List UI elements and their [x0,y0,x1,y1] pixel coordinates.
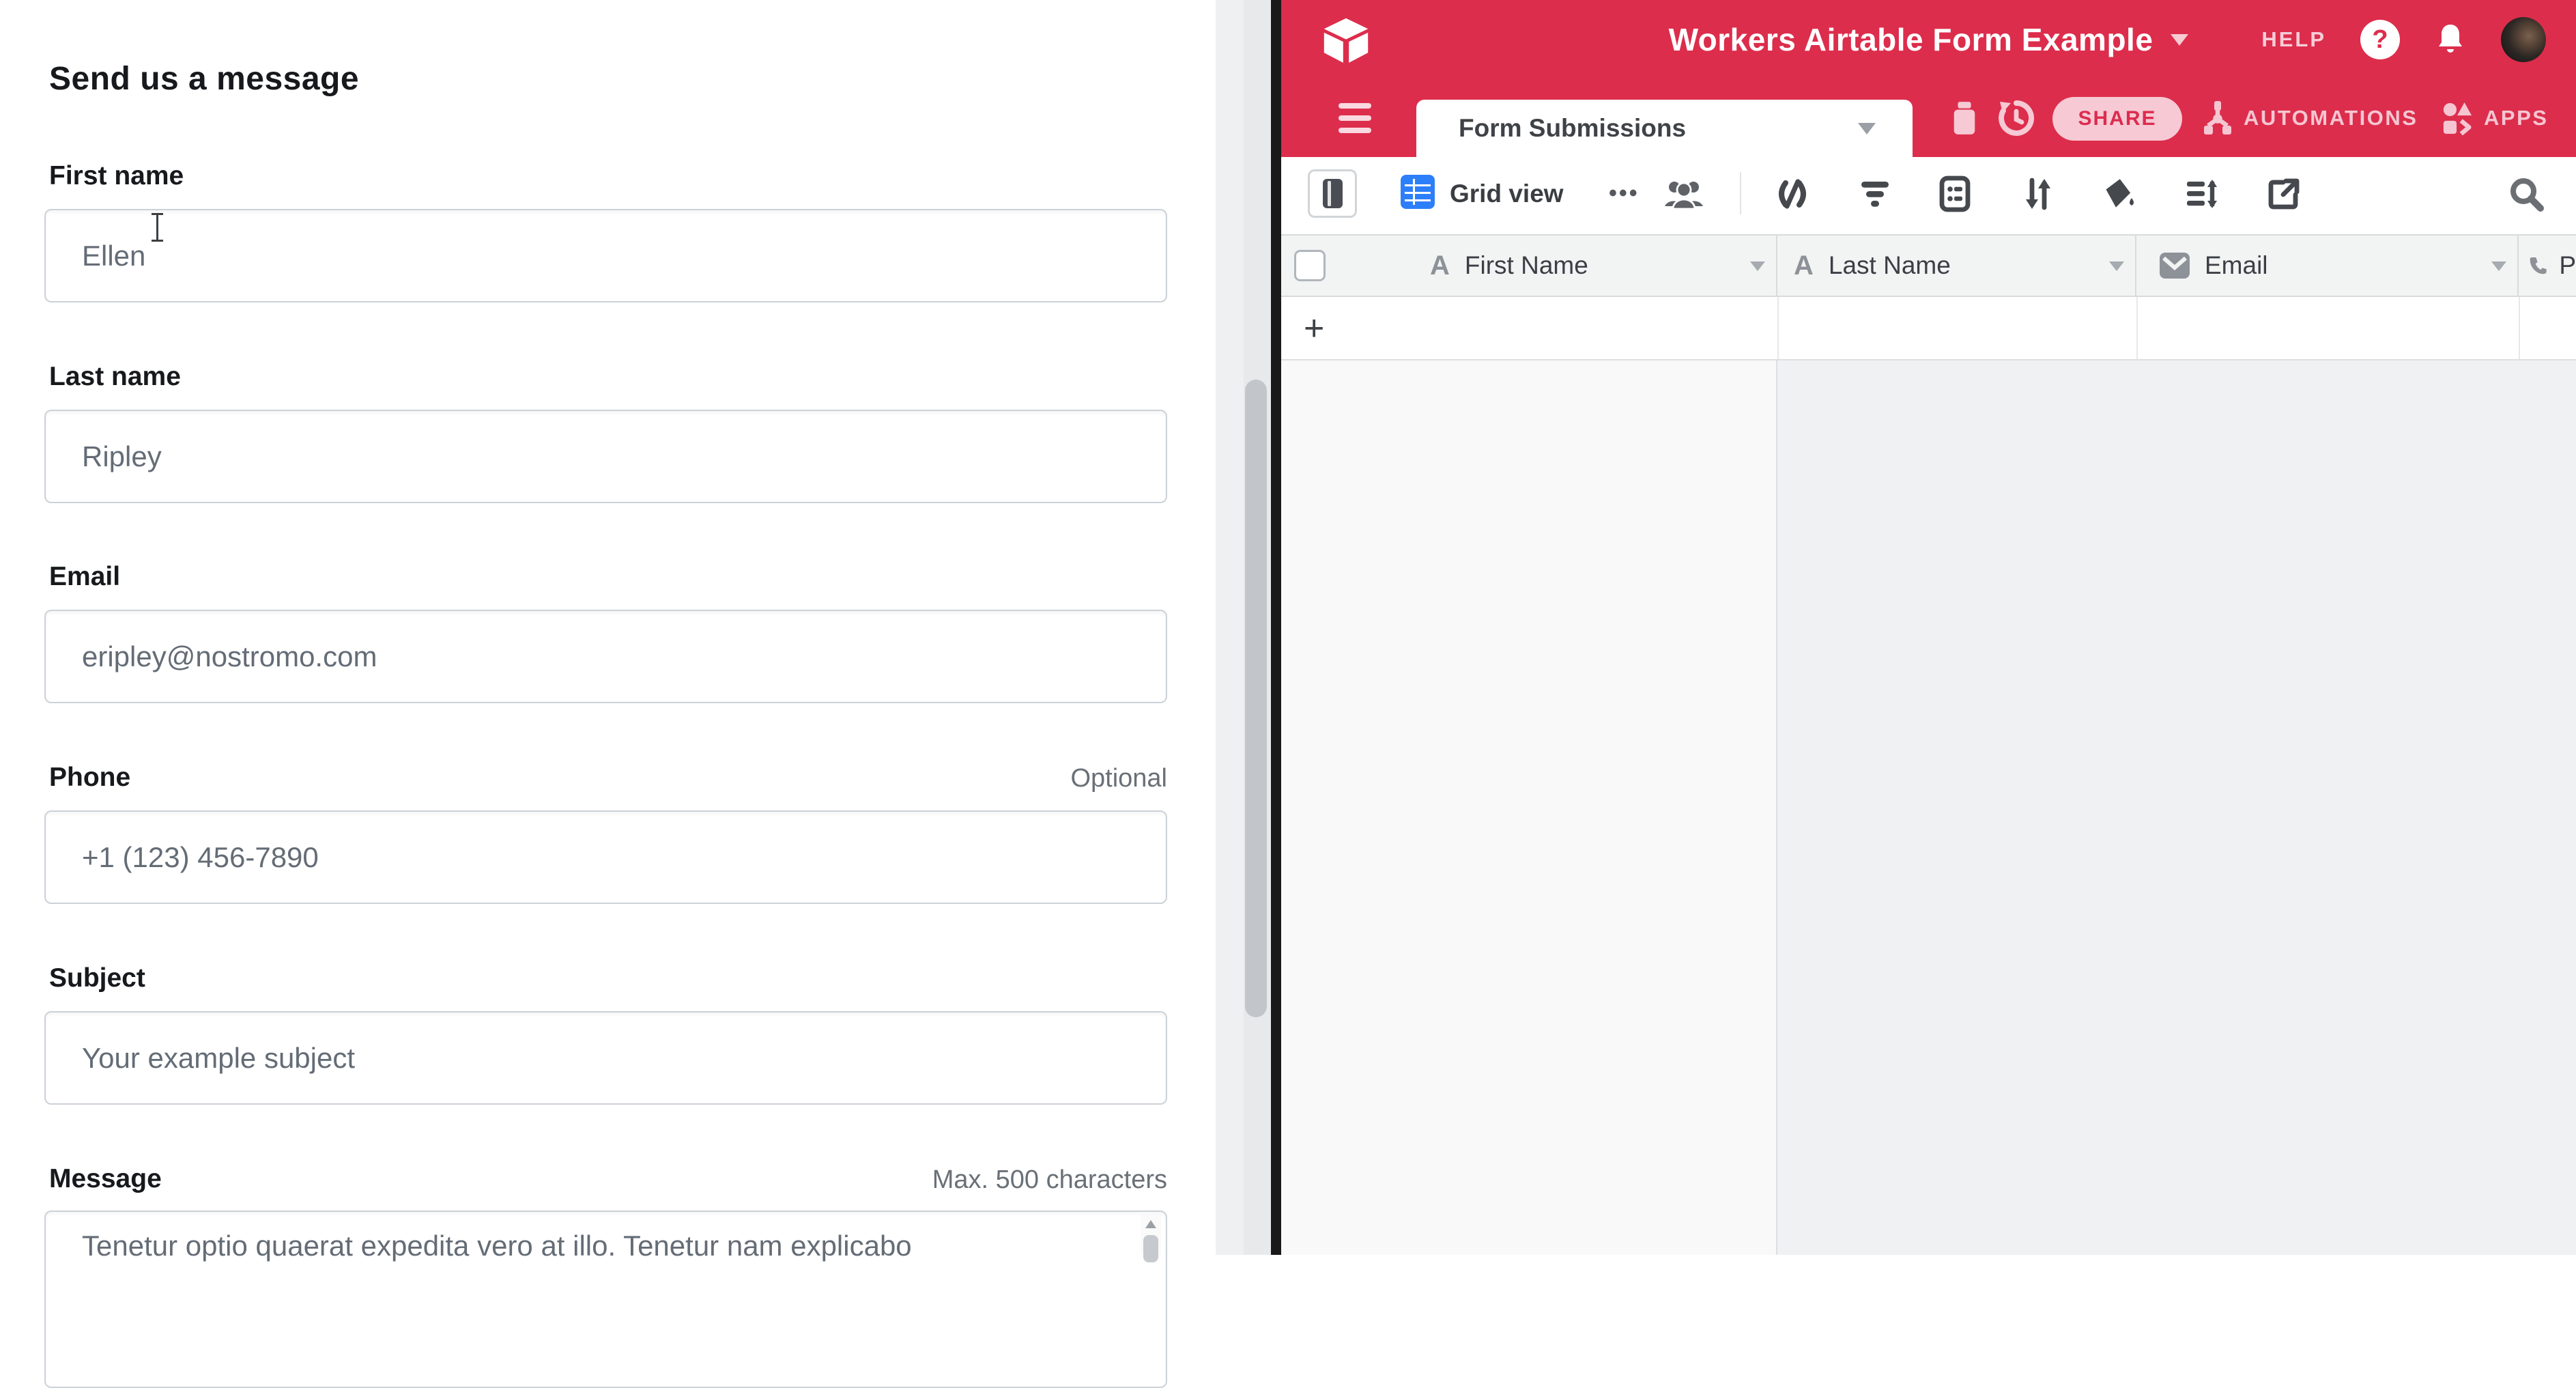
automations-icon [2201,100,2233,137]
last-name-label: Last name [49,362,181,392]
column-header-email[interactable]: Email [2136,236,2519,296]
row-height-icon[interactable] [2183,175,2221,213]
help-button[interactable]: HELP [2261,27,2326,52]
color-icon[interactable] [2100,175,2138,213]
first-name-input[interactable] [44,209,1167,302]
view-toolbar: Grid view ••• [1281,157,2576,230]
share-button[interactable]: SHARE [2052,97,2182,141]
chevron-down-icon[interactable] [2171,34,2188,46]
scroll-up-icon[interactable] [1145,1220,1156,1228]
table-tab-form-submissions[interactable]: Form Submissions [1416,100,1913,157]
grid-column-headers: A First Name A Last Name Email P [1281,234,2576,297]
text-cursor-pointer [150,213,164,242]
sort-icon[interactable] [2018,175,2057,213]
help-question-icon[interactable]: ? [2360,20,2400,59]
textarea-scroll-thumb[interactable] [1143,1235,1158,1262]
message-label: Message [49,1164,162,1194]
subject-input[interactable] [44,1011,1167,1105]
chevron-down-icon[interactable] [1858,123,1876,134]
phone-input[interactable] [44,810,1167,904]
page-scroll-thumb[interactable] [1245,380,1267,1017]
search-icon[interactable] [2507,175,2545,213]
history-icon[interactable] [1997,98,2036,138]
apps-icon [2442,101,2473,135]
base-title[interactable]: Workers Airtable Form Example [1669,21,2153,58]
user-avatar[interactable] [2501,17,2546,62]
chevron-down-icon[interactable] [2491,261,2506,271]
email-input[interactable] [44,610,1167,703]
add-record-plus-icon[interactable]: + [1304,297,1324,359]
email-field-type-icon [2158,251,2191,280]
email-label: Email [49,562,120,592]
grid-empty-area [1281,360,2576,1255]
hide-fields-icon[interactable] [1773,175,1812,213]
airtable-topbar: Workers Airtable Form Example HELP ? [1281,0,2576,79]
automations-button[interactable]: AUTOMATIONS [2201,79,2418,157]
views-sidebar-toggle[interactable] [1308,169,1357,218]
text-field-type-icon: A [1430,251,1450,281]
grid-view-icon [1401,175,1435,209]
text-field-type-icon: A [1794,251,1814,281]
column-header-last-name[interactable]: A Last Name [1777,236,2136,296]
form-title: Send us a message [49,60,359,98]
airtable-window: Workers Airtable Form Example HELP ? For… [1281,0,2576,1255]
chevron-down-icon[interactable] [2109,261,2124,271]
tables-menu-icon[interactable] [1339,102,1371,134]
window-edge-divider [1271,0,1281,1255]
subject-label: Subject [49,963,145,993]
phone-field-type-icon [2528,251,2548,281]
phone-label: Phone [49,763,130,793]
share-view-icon[interactable] [2265,175,2303,213]
last-name-input[interactable] [44,410,1167,503]
textarea-scrollbar[interactable] [1141,1215,1161,1255]
toolbar-divider [1740,172,1741,214]
add-record-row[interactable]: + [1281,297,2576,360]
group-icon[interactable] [1936,175,1974,213]
chevron-down-icon[interactable] [1750,261,1765,271]
message-textarea[interactable] [44,1210,1167,1388]
collaborators-icon[interactable] [1663,175,1704,213]
select-all-checkbox[interactable] [1294,250,1326,281]
message-maxlen-note: Max. 500 characters [932,1165,1167,1195]
contact-form-pane: Send us a message First name Last name E… [0,0,1216,1255]
phone-optional-note: Optional [1070,764,1167,793]
view-name[interactable]: Grid view [1450,157,1564,230]
trash-icon[interactable] [1945,98,1984,138]
airtable-table-bar: Form Submissions SHARE [1281,79,2576,157]
column-header-phone[interactable]: P [2519,236,2576,296]
notifications-bell-icon[interactable] [2434,22,2467,57]
page-scrollbar[interactable] [1216,0,1271,1255]
column-header-first-name[interactable]: A First Name [1281,236,1777,296]
filter-icon[interactable] [1856,175,1894,213]
view-options-ellipsis-icon[interactable]: ••• [1609,157,1640,230]
apps-button[interactable]: APPS [2442,79,2548,157]
first-name-label: First name [49,161,184,191]
